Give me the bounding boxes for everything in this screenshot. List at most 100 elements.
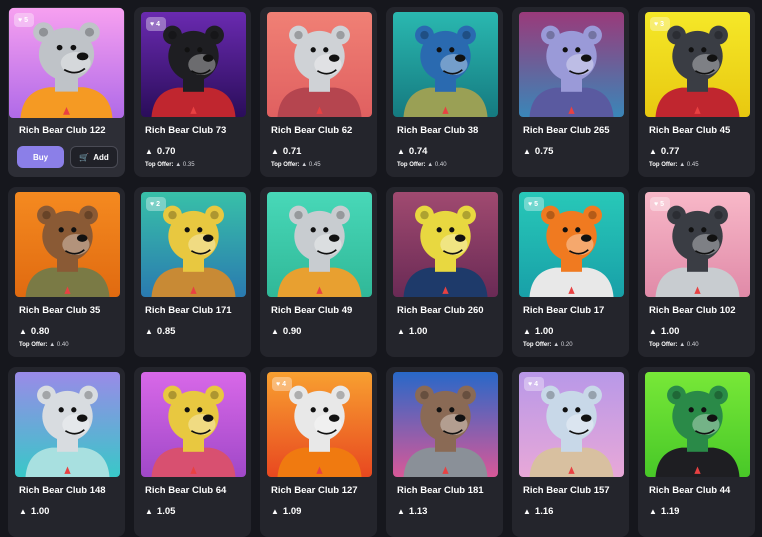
nft-card[interactable]: ♥ 5 Rich Bear Club 122 Buy 🛒 Add xyxy=(8,7,125,177)
nft-image[interactable] xyxy=(393,192,498,297)
avax-icon: ▲ xyxy=(145,327,153,336)
price-value: 1.09 xyxy=(282,506,302,517)
top-offer-value: 0.20 xyxy=(560,342,573,348)
nft-card[interactable]: Rich Bear Club 38 ▲ 0.74 Top Offer: ▲ 0.40 xyxy=(386,7,503,177)
nft-name[interactable]: Rich Bear Club 45 xyxy=(649,125,730,136)
like-count: 5 xyxy=(534,200,539,208)
top-offer-value: 0.40 xyxy=(686,342,699,348)
like-badge[interactable]: ♥ 2 xyxy=(146,197,166,211)
nft-name[interactable]: Rich Bear Club 49 xyxy=(271,305,352,316)
nft-name[interactable]: Rich Bear Club 102 xyxy=(649,305,736,316)
nft-image[interactable]: ♥ 5 xyxy=(9,8,124,118)
nft-name[interactable]: Rich Bear Club 38 xyxy=(397,125,478,136)
nft-name[interactable]: Rich Bear Club 157 xyxy=(523,485,610,496)
like-badge[interactable]: ♥ 5 xyxy=(524,197,544,211)
nft-card[interactable]: Rich Bear Club 260 ▲ 1.00 xyxy=(386,187,503,357)
nft-image[interactable] xyxy=(519,12,624,117)
nft-name[interactable]: Rich Bear Club 171 xyxy=(145,305,232,316)
nft-image[interactable] xyxy=(15,372,120,477)
nft-card[interactable]: ♥ 4 Rich Bear Club 157 ▲ 1.16 xyxy=(512,367,629,537)
price: ▲ 1.16 xyxy=(523,506,553,517)
nft-card[interactable]: Rich Bear Club 148 ▲ 1.00 xyxy=(8,367,125,537)
like-count: 5 xyxy=(24,16,29,24)
nft-image[interactable] xyxy=(15,192,120,297)
nft-name[interactable]: Rich Bear Club 122 xyxy=(19,125,106,136)
price: ▲ 0.74 xyxy=(397,146,427,157)
price-value: 0.77 xyxy=(660,146,680,157)
nft-name[interactable]: Rich Bear Club 73 xyxy=(145,125,226,136)
like-badge[interactable]: ♥ 4 xyxy=(524,377,544,391)
nft-card[interactable]: Rich Bear Club 62 ▲ 0.71 Top Offer: ▲ 0.45 xyxy=(260,7,377,177)
top-offer: Top Offer: ▲ 0.45 xyxy=(271,162,321,168)
nft-card[interactable]: ♥ 3 Rich Bear Club 45 ▲ 0.77 Top Offer: ▲ 0.4… xyxy=(638,7,755,177)
like-count: 4 xyxy=(156,20,161,28)
nft-image[interactable] xyxy=(267,192,372,297)
nft-name[interactable]: Rich Bear Club 17 xyxy=(523,305,604,316)
nft-image[interactable] xyxy=(141,372,246,477)
price-value: 0.90 xyxy=(282,326,302,337)
avax-icon: ▲ xyxy=(19,507,27,516)
avax-icon: ▲ xyxy=(649,147,657,156)
like-badge[interactable]: ♥ 3 xyxy=(650,17,670,31)
like-badge[interactable]: ♥ 5 xyxy=(650,197,670,211)
nft-card[interactable]: Rich Bear Club 35 ▲ 0.80 Top Offer: ▲ 0.40 xyxy=(8,187,125,357)
price: ▲ 0.77 xyxy=(649,146,679,157)
nft-image[interactable] xyxy=(645,372,750,477)
price: ▲ 0.80 xyxy=(19,326,49,337)
nft-card[interactable]: Rich Bear Club 44 ▲ 1.19 xyxy=(638,367,755,537)
nft-card[interactable]: Rich Bear Club 181 ▲ 1.13 xyxy=(386,367,503,537)
heart-icon: ♥ xyxy=(528,380,533,388)
nft-name[interactable]: Rich Bear Club 64 xyxy=(145,485,226,496)
avax-icon: ▲ xyxy=(271,147,279,156)
nft-name[interactable]: Rich Bear Club 127 xyxy=(271,485,358,496)
nft-card[interactable]: ♥ 5 Rich Bear Club 102 ▲ 1.00 Top Offer: ▲ 0.… xyxy=(638,187,755,357)
nft-image[interactable] xyxy=(393,12,498,117)
nft-image[interactable]: ♥ 4 xyxy=(267,372,372,477)
cart-icon: 🛒 xyxy=(79,152,90,162)
nft-name[interactable]: Rich Bear Club 62 xyxy=(271,125,352,136)
buy-button[interactable]: Buy xyxy=(17,146,64,168)
nft-card[interactable]: ♥ 2 Rich Bear Club 171 ▲ 0.85 xyxy=(134,187,251,357)
nft-card[interactable]: Rich Bear Club 49 ▲ 0.90 xyxy=(260,187,377,357)
top-offer: Top Offer: ▲ 0.40 xyxy=(397,162,447,168)
price-value: 0.85 xyxy=(156,326,176,337)
nft-name[interactable]: Rich Bear Club 35 xyxy=(19,305,100,316)
top-offer-label: Top Offer: xyxy=(523,342,552,348)
nft-image[interactable]: ♥ 4 xyxy=(141,12,246,117)
price-value: 0.80 xyxy=(30,326,50,337)
nft-image[interactable] xyxy=(267,12,372,117)
nft-card[interactable]: ♥ 4 Rich Bear Club 127 ▲ 1.09 xyxy=(260,367,377,537)
nft-image[interactable]: ♥ 3 xyxy=(645,12,750,117)
like-badge[interactable]: ♥ 4 xyxy=(272,377,292,391)
avax-icon: ▲ xyxy=(523,147,531,156)
top-offer: Top Offer: ▲ 0.35 xyxy=(145,162,195,168)
price-value: 1.19 xyxy=(660,506,680,517)
avax-icon: ▲ xyxy=(145,507,153,516)
nft-name[interactable]: Rich Bear Club 44 xyxy=(649,485,730,496)
top-offer-value: 0.45 xyxy=(686,162,699,168)
price: ▲ 1.00 xyxy=(19,506,49,517)
nft-card[interactable]: ♥ 5 Rich Bear Club 17 ▲ 1.00 Top Offer: ▲ 0.2… xyxy=(512,187,629,357)
nft-card[interactable]: Rich Bear Club 265 ▲ 0.75 xyxy=(512,7,629,177)
nft-card[interactable]: ♥ 4 Rich Bear Club 73 ▲ 0.70 Top Offer: ▲ 0.3… xyxy=(134,7,251,177)
avax-icon: ▲ xyxy=(523,327,531,336)
heart-icon: ♥ xyxy=(150,200,155,208)
price: ▲ 1.13 xyxy=(397,506,427,517)
nft-image[interactable]: ♥ 4 xyxy=(519,372,624,477)
nft-image[interactable] xyxy=(393,372,498,477)
nft-name[interactable]: Rich Bear Club 265 xyxy=(523,125,610,136)
nft-name[interactable]: Rich Bear Club 148 xyxy=(19,485,106,496)
like-badge[interactable]: ♥ 5 xyxy=(14,13,34,27)
nft-image[interactable]: ♥ 5 xyxy=(645,192,750,297)
avax-icon: ▲ xyxy=(553,342,560,348)
nft-name[interactable]: Rich Bear Club 181 xyxy=(397,485,484,496)
nft-image[interactable]: ♥ 5 xyxy=(519,192,624,297)
nft-card[interactable]: Rich Bear Club 64 ▲ 1.05 xyxy=(134,367,251,537)
add-to-cart-button[interactable]: 🛒 Add xyxy=(70,146,118,168)
like-count: 2 xyxy=(156,200,161,208)
nft-name[interactable]: Rich Bear Club 260 xyxy=(397,305,484,316)
nft-image[interactable]: ♥ 2 xyxy=(141,192,246,297)
heart-icon: ♥ xyxy=(654,20,659,28)
like-badge[interactable]: ♥ 4 xyxy=(146,17,166,31)
avax-icon: ▲ xyxy=(679,162,686,168)
